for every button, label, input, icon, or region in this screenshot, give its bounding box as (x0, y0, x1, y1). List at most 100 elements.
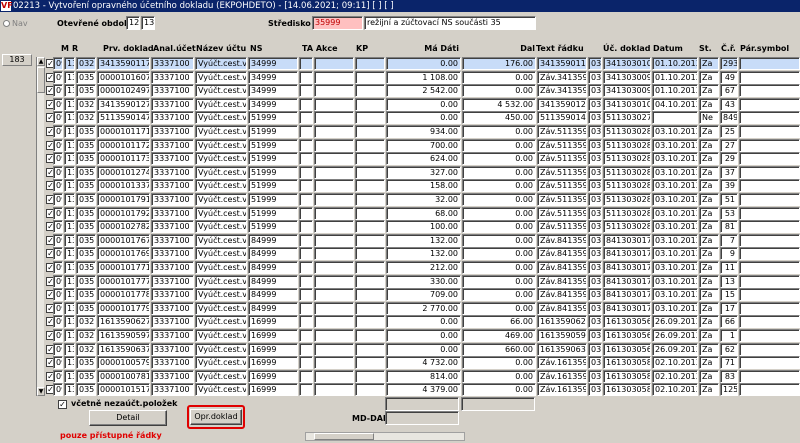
cell-datum[interactable]: 03.10.2013 (652, 152, 698, 166)
cell-nazev[interactable]: Vyúčt.cest.v (195, 274, 247, 288)
cell-cr[interactable]: 66 (720, 315, 738, 329)
table-row[interactable]: ✓091303500001005793337100Vyúčt.cest.v169… (36, 356, 800, 370)
cell-text[interactable]: 5113590147 (537, 111, 587, 125)
cell-prv[interactable]: 0000101274 (97, 165, 150, 179)
cell-st[interactable]: Za (699, 288, 719, 302)
cell-empty[interactable] (739, 57, 800, 70)
cell-empty[interactable] (314, 152, 354, 166)
checkbox-checked-icon[interactable]: ✓ (58, 400, 67, 409)
cell-uc[interactable]: 8413030171 (603, 233, 651, 247)
cell-empty[interactable] (355, 193, 385, 206)
cell-ns[interactable]: 51999 (248, 193, 298, 206)
cell-datum[interactable]: 03.10.2013 (652, 220, 698, 234)
cell-empty[interactable] (739, 179, 800, 193)
cell-nazev[interactable]: Vyúčt.cest.v (195, 315, 247, 329)
cell-empty[interactable] (355, 84, 385, 98)
cell-dal[interactable]: 0.00 (462, 125, 536, 138)
cell-m[interactable]: 09 (53, 274, 63, 288)
cell-nazev[interactable]: Vyúčt.cest.v (195, 138, 247, 152)
cell-t[interactable]: 035 (76, 233, 96, 247)
cell-datum[interactable]: 03.10.2013 (652, 274, 698, 288)
cell-t[interactable]: 035 (76, 274, 96, 288)
cell-text[interactable]: Záv.5113590 (537, 152, 587, 166)
cell-nazev[interactable]: Vyúčt.cest.v (195, 206, 247, 220)
cell-empty[interactable] (314, 342, 354, 356)
cell-z[interactable]: 035 (588, 383, 602, 397)
cell-datum[interactable]: 01.10.2013 (652, 84, 698, 98)
cell-st[interactable]: Za (699, 301, 719, 315)
cell-dal[interactable]: 469.00 (462, 329, 536, 342)
cell-uc[interactable]: 1613030582 (603, 369, 651, 383)
cell-cr[interactable]: 51 (720, 193, 738, 206)
cell-t[interactable]: 035 (76, 369, 96, 383)
cell-r[interactable]: 13 (64, 288, 75, 302)
cell-empty[interactable] (355, 152, 385, 166)
cell-dal[interactable]: 0.00 (462, 152, 536, 166)
cell-empty[interactable] (739, 369, 800, 383)
cell-empty[interactable] (299, 329, 313, 342)
cell-r[interactable]: 13 (64, 193, 75, 206)
cell-empty[interactable] (739, 274, 800, 288)
cell-empty[interactable] (739, 383, 800, 397)
cell-m[interactable]: 09 (53, 369, 63, 383)
cell-nazev[interactable]: Vyúčt.cest.v (195, 383, 247, 397)
cell-datum[interactable]: 03.10.2013 (652, 206, 698, 220)
vertical-scrollbar[interactable]: ▲ ▼ (36, 57, 45, 396)
cell-r[interactable]: 13 (64, 165, 75, 179)
cell-t[interactable]: 035 (76, 206, 96, 220)
cell-text[interactable]: Záv.8413590 (537, 301, 587, 315)
cell-empty[interactable] (314, 138, 354, 152)
cell-t[interactable]: 035 (76, 356, 96, 370)
cell-t[interactable]: 032 (76, 97, 96, 111)
cell-ucet[interactable]: 3337100 (151, 111, 194, 125)
cell-ucet[interactable]: 3337100 (151, 315, 194, 329)
cell-st[interactable]: Za (699, 206, 719, 220)
cell-z[interactable]: 035 (588, 193, 602, 206)
cell-text[interactable]: Záv.5113590 (537, 220, 587, 234)
period-field-a[interactable]: 12 (126, 16, 140, 30)
cell-t[interactable]: 032 (76, 329, 96, 342)
table-row[interactable]: ✓091303251135901473337100Vyúčt.cest.v519… (36, 111, 800, 125)
cell-cr[interactable]: 849 (720, 111, 738, 125)
cell-nazev[interactable]: Vyúčt.cest.v (195, 220, 247, 234)
cell-t[interactable]: 035 (76, 179, 96, 193)
cell-prv[interactable]: 0000101173 (97, 152, 150, 166)
cell-nazev[interactable]: Vyúčt.cest.v (195, 369, 247, 383)
cell-ns[interactable]: 84999 (248, 301, 298, 315)
cell-st[interactable]: Za (699, 247, 719, 261)
cell-datum[interactable]: 26.09.2013 (652, 342, 698, 356)
scroll-up-icon[interactable]: ▲ (37, 57, 45, 66)
table-row[interactable]: ✓091303500001012743337100Vyúčt.cest.v519… (36, 165, 800, 180)
cell-nazev[interactable]: Vyúčt.cest.v (195, 97, 247, 111)
cell-dal[interactable]: 0.00 (462, 247, 536, 261)
cell-st[interactable]: Za (699, 125, 719, 138)
cell-datum[interactable]: 03.10.2013 (652, 125, 698, 138)
cell-cr[interactable]: 37 (720, 165, 738, 179)
cell-md[interactable]: 624.00 (386, 152, 461, 166)
cell-empty[interactable] (314, 301, 354, 315)
cell-empty[interactable] (299, 84, 313, 98)
cell-empty[interactable] (299, 125, 313, 138)
cell-ucet[interactable]: 3337100 (151, 247, 194, 261)
cell-prv[interactable]: 0000101171 (97, 125, 150, 138)
cell-ucet[interactable]: 3337100 (151, 342, 194, 356)
cell-cr[interactable]: 43 (720, 97, 738, 111)
cell-nazev[interactable]: Vyúčt.cest.v (195, 288, 247, 302)
cell-prv[interactable]: 0000101792 (97, 206, 150, 220)
table-row[interactable]: ✓091303216135906273337100Vyúčt.cest.v169… (36, 315, 800, 329)
cell-empty[interactable] (355, 315, 385, 329)
cell-st[interactable]: Za (699, 315, 719, 329)
cell-prv[interactable]: 0000100781 (97, 369, 150, 383)
table-row[interactable]: ✓091303500001011723337100Vyúčt.cest.v519… (36, 138, 800, 153)
cell-t[interactable]: 035 (76, 165, 96, 179)
cell-empty[interactable] (299, 220, 313, 234)
cell-text[interactable]: 3413590127 (537, 97, 587, 111)
cell-z[interactable]: 035 (588, 125, 602, 138)
cell-empty[interactable] (355, 261, 385, 274)
cell-empty[interactable] (355, 342, 385, 356)
cell-empty[interactable] (314, 233, 354, 247)
cell-ucet[interactable]: 3337100 (151, 220, 194, 234)
cell-nazev[interactable]: Vyúčt.cest.v (195, 261, 247, 274)
cell-m[interactable]: 09 (53, 301, 63, 315)
cell-empty[interactable] (739, 84, 800, 98)
